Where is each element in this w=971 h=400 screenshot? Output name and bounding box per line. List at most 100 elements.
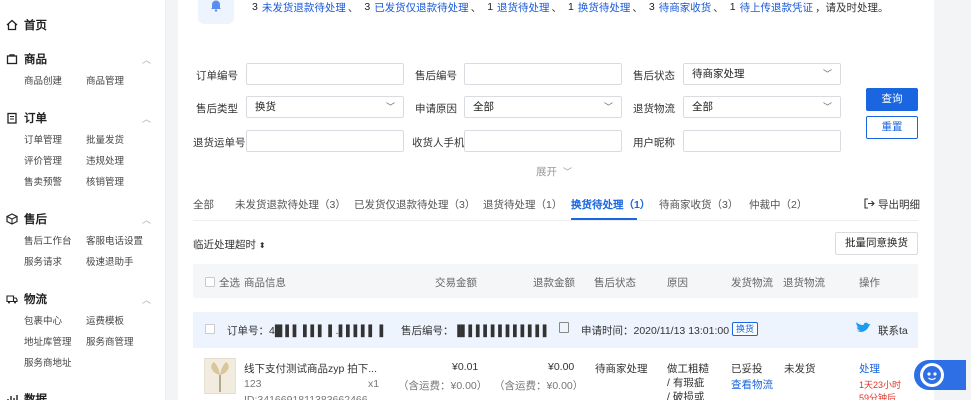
chevron-down-icon: ﹀ [562,167,572,177]
expand-toggle[interactable]: 展开 ﹀ [536,164,572,179]
sidebar-item-service-request[interactable]: 服务请求 [24,254,62,268]
after-sale-no-value[interactable]: ▐▌▌▌▌▌▌▌▌▌▌▌▌ [454,325,551,337]
header-actions: 操作 [859,277,880,289]
notice-link-upload-voucher[interactable]: 待上传退款凭证 [740,0,814,15]
product-title[interactable]: 线下支付测试商品zyp 拍下... [244,361,377,376]
return-waybill-input[interactable] [246,130,404,152]
sidebar-item-address-library[interactable]: 地址库管理 [24,334,72,348]
sidebar-item-package-center[interactable]: 包裹中心 [24,313,62,327]
sidebar-item-freight-template[interactable]: 运费模板 [86,313,124,327]
tab-return[interactable]: 退货待处理（1） [483,197,562,212]
sort-icon: ⬍ [258,241,266,250]
chevron-up-icon[interactable]: ︿ [142,112,151,125]
reason-select[interactable]: 全部 ﹀ [464,96,622,118]
notice-separator: 、 [347,1,359,14]
export-icon [864,198,875,209]
sidebar-group-title: 物流 [24,294,47,306]
sidebar-group-orders[interactable]: 订单 ︿ [6,110,151,126]
aftersale-icon [6,213,18,225]
tab-arbitration[interactable]: 仲裁中（2） [749,197,807,212]
process-link[interactable]: 处理 [859,361,880,376]
batch-approve-exchange-button[interactable]: 批量同意换货 [835,232,918,255]
export-button[interactable]: 导出明细 [864,197,920,212]
notice-bar: 3 未发货退款待处理 、 3 已发货仅退款待处理 、 1 退货待处理 、 1 换… [252,0,889,16]
header-goods-info: 商品信息 [244,277,286,289]
sidebar-item-goods-manage[interactable]: 商品管理 [86,73,124,87]
sidebar-item-sale-warning[interactable]: 售卖预警 [24,174,62,188]
sidebar-group-goods[interactable]: 商品 ︿ [6,51,151,67]
type-tag: 换货 [732,322,759,336]
tab-all[interactable]: 全部 [193,197,214,212]
after-sale-no-input[interactable] [464,63,622,85]
after-sale-no-caption: 售后编号： [401,325,454,337]
notice-link-return[interactable]: 退货待处理 [497,0,550,15]
reset-button[interactable]: 重置 [866,116,918,139]
notice-link-exchange[interactable]: 换货待处理 [578,0,631,15]
return-logistics-label: 退货物流 [633,103,675,115]
chevron-up-icon[interactable]: ︿ [142,53,151,66]
return-logistics-value: 全部 [692,101,713,113]
sidebar-group-title: 商品 [24,54,47,66]
sidebar-group-data[interactable]: 数据 [6,391,47,400]
order-no-caption: 订单号： [227,325,269,337]
sidebar-item-review-manage[interactable]: 评价管理 [24,153,62,167]
chevron-down-icon: ﹀ [822,69,832,79]
notice-bell-container [198,0,234,24]
copy-icon[interactable] [559,322,569,333]
trade-shipping: （含运费：¥0.00） [398,380,488,392]
row-checkbox[interactable] [205,324,215,334]
sidebar-item-order-manage[interactable]: 订单管理 [24,132,62,146]
countdown-line: 59分钟后 [859,393,897,400]
tab-divider [193,220,918,221]
countdown-line: 1天23小时 [859,380,902,390]
return-logistics-select[interactable]: 全部 ﹀ [683,96,841,118]
sidebar-item-service-phone[interactable]: 客服电话设置 [86,233,143,247]
sidebar-item-batch-ship[interactable]: 批量发货 [86,132,124,146]
receiver-phone-input[interactable] [464,130,622,152]
sidebar-item-goods-create[interactable]: 商品创建 [24,73,62,87]
sidebar-item-aftersale-workbench[interactable]: 售后工作台 [24,233,72,247]
contact-buyer-link[interactable]: 联系ta [878,323,908,338]
view-logistics-link[interactable]: 查看物流 [731,377,773,392]
chevron-up-icon[interactable]: ︿ [142,293,151,306]
sidebar-group-title: 订单 [24,113,47,125]
reason-value: 全部 [473,101,494,113]
order-no-input[interactable] [246,63,404,85]
search-button[interactable]: 查询 [866,88,918,111]
notice-link-unshipped-refund[interactable]: 未发货退款待处理 [262,0,346,15]
sidebar-group-logistics[interactable]: 物流 ︿ [6,291,151,307]
notice-link-await-receipt[interactable]: 待商家收货 [659,0,712,15]
after-sale-status-select[interactable]: 待商家处理 ﹀ [683,63,841,85]
apply-time-caption: 申请时间： [581,325,634,337]
sidebar-item-verify[interactable]: 核销管理 [86,174,124,188]
after-sale-status-label: 售后状态 [633,70,675,82]
sort-label: 临近处理超时 [193,239,256,251]
chevron-up-icon[interactable]: ︿ [142,213,151,226]
ship-status: 已妥投 [731,363,763,375]
header-refund-amount: 退款金额 [533,277,575,289]
tab-shipped-refund[interactable]: 已发货仅退款待处理（3） [354,197,475,212]
refund-amount: ¥0.00 [548,361,575,373]
order-no-value[interactable]: 4█ ▌▌ ▌▌▌ ▌.▌▌▌▌▌▐ [269,325,383,337]
sidebar-item-provider-address[interactable]: 服务商地址 [24,355,72,369]
nickname-input[interactable] [683,130,841,152]
after-sale-type-select[interactable]: 换货 ﹀ [246,96,404,118]
customer-service-button[interactable] [914,360,966,390]
sort-toggle[interactable]: 临近处理超时 ⬍ [193,237,266,252]
product-thumbnail[interactable] [204,358,236,394]
tab-unshipped-refund[interactable]: 未发货退款待处理（3） [235,197,346,212]
sidebar-group-title: 售后 [24,214,47,226]
tab-await-receipt[interactable]: 待商家收货（3） [659,197,738,212]
notice-count: 1 [487,1,494,13]
sidebar-item-provider-manage[interactable]: 服务商管理 [86,334,134,348]
tab-exchange[interactable]: 换货待处理（1） [571,197,650,212]
notice-link-shipped-refund[interactable]: 已发货仅退款待处理 [374,0,469,15]
select-all-checkbox[interactable] [205,277,215,287]
truck-icon [6,295,18,304]
sidebar-group-aftersale[interactable]: 售后 ︿ [6,211,151,227]
after-sale-status: 待商家处理 [595,363,648,375]
sidebar-item-home[interactable]: 首页 [6,17,47,33]
after-sale-type-value: 换货 [255,101,276,113]
sidebar-item-violation[interactable]: 违规处理 [86,153,124,167]
sidebar-item-fast-refund[interactable]: 极速退助手 [86,254,134,268]
